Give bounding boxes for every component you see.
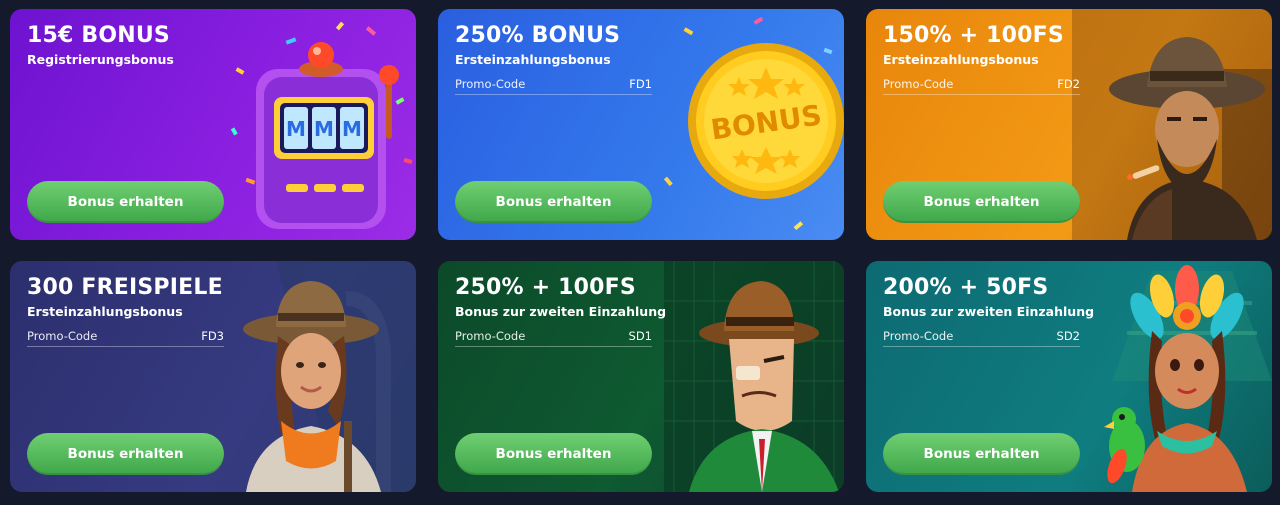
slot-reel-symbol: M	[342, 117, 362, 141]
card-title: 250% BONUS	[455, 23, 621, 48]
card-title: 200% + 50FS	[883, 275, 1049, 300]
promo-code-label: Promo-Code	[455, 77, 526, 91]
promo-code-row: Promo-Code SD2	[883, 329, 1080, 347]
slot-machine-icon: M M M	[230, 21, 413, 229]
card-subtitle: Ersteinzahlungsbonus	[27, 304, 183, 319]
card-subtitle: Ersteinzahlungsbonus	[455, 52, 611, 67]
bonus-button[interactable]: Bonus erhalten	[455, 181, 652, 223]
bonus-card-free-spins-fd3: 300 FREISPIELE Ersteinzahlungsbonus Prom…	[10, 261, 416, 492]
promo-code-value: SD2	[1056, 329, 1080, 343]
explorer-woman-character	[243, 261, 416, 492]
promo-code-label: Promo-Code	[883, 77, 954, 91]
card-title: 150% + 100FS	[883, 23, 1064, 48]
cowboy-character	[1072, 9, 1272, 240]
promo-code-row: Promo-Code SD1	[455, 329, 652, 347]
promo-code-value: FD3	[201, 329, 224, 343]
card-subtitle: Bonus zur zweiten Einzahlung	[883, 304, 1095, 319]
aztec-woman-character	[1104, 265, 1272, 492]
bonus-card-registration: 15€ BONUS Registrierungsbonus Bonus erha…	[10, 9, 416, 240]
bonus-button[interactable]: Bonus erhalten	[27, 433, 224, 475]
bonus-button[interactable]: Bonus erhalten	[883, 181, 1080, 223]
promo-code-value: SD1	[628, 329, 652, 343]
promo-code-label: Promo-Code	[455, 329, 526, 343]
bonus-coin-icon: BONUS	[663, 16, 844, 231]
card-subtitle: Bonus zur zweiten Einzahlung	[455, 304, 667, 319]
bonus-card-first-deposit-fd2: 150% + 100FS Ersteinzahlungsbonus Promo-…	[866, 9, 1272, 240]
card-subtitle: Registrierungsbonus	[27, 52, 174, 67]
bonus-card-second-deposit-sd1: 250% + 100FS Bonus zur zweiten Einzahlun…	[438, 261, 844, 492]
promo-code-label: Promo-Code	[883, 329, 954, 343]
card-title: 300 FREISPIELE	[27, 275, 223, 300]
promo-code-row: Promo-Code FD1	[455, 77, 652, 95]
bonus-card-second-deposit-sd2: 200% + 50FS Bonus zur zweiten Einzahlung…	[866, 261, 1272, 492]
bonus-button[interactable]: Bonus erhalten	[455, 433, 652, 475]
promo-code-label: Promo-Code	[27, 329, 98, 343]
card-subtitle: Ersteinzahlungsbonus	[883, 52, 1039, 67]
slot-reel-symbol: M	[314, 117, 334, 141]
bonus-button[interactable]: Bonus erhalten	[883, 433, 1080, 475]
card-title: 250% + 100FS	[455, 275, 636, 300]
card-title: 15€ BONUS	[27, 23, 170, 48]
promo-code-row: Promo-Code FD2	[883, 77, 1080, 95]
promo-code-row: Promo-Code FD3	[27, 329, 224, 347]
detective-character	[664, 261, 844, 492]
slot-reel-symbol: M	[286, 117, 306, 141]
promo-code-value: FD2	[1057, 77, 1080, 91]
promo-code-value: FD1	[629, 77, 652, 91]
bonus-button[interactable]: Bonus erhalten	[27, 181, 224, 223]
bonus-card-first-deposit-fd1: 250% BONUS Ersteinzahlungsbonus Promo-Co…	[438, 9, 844, 240]
